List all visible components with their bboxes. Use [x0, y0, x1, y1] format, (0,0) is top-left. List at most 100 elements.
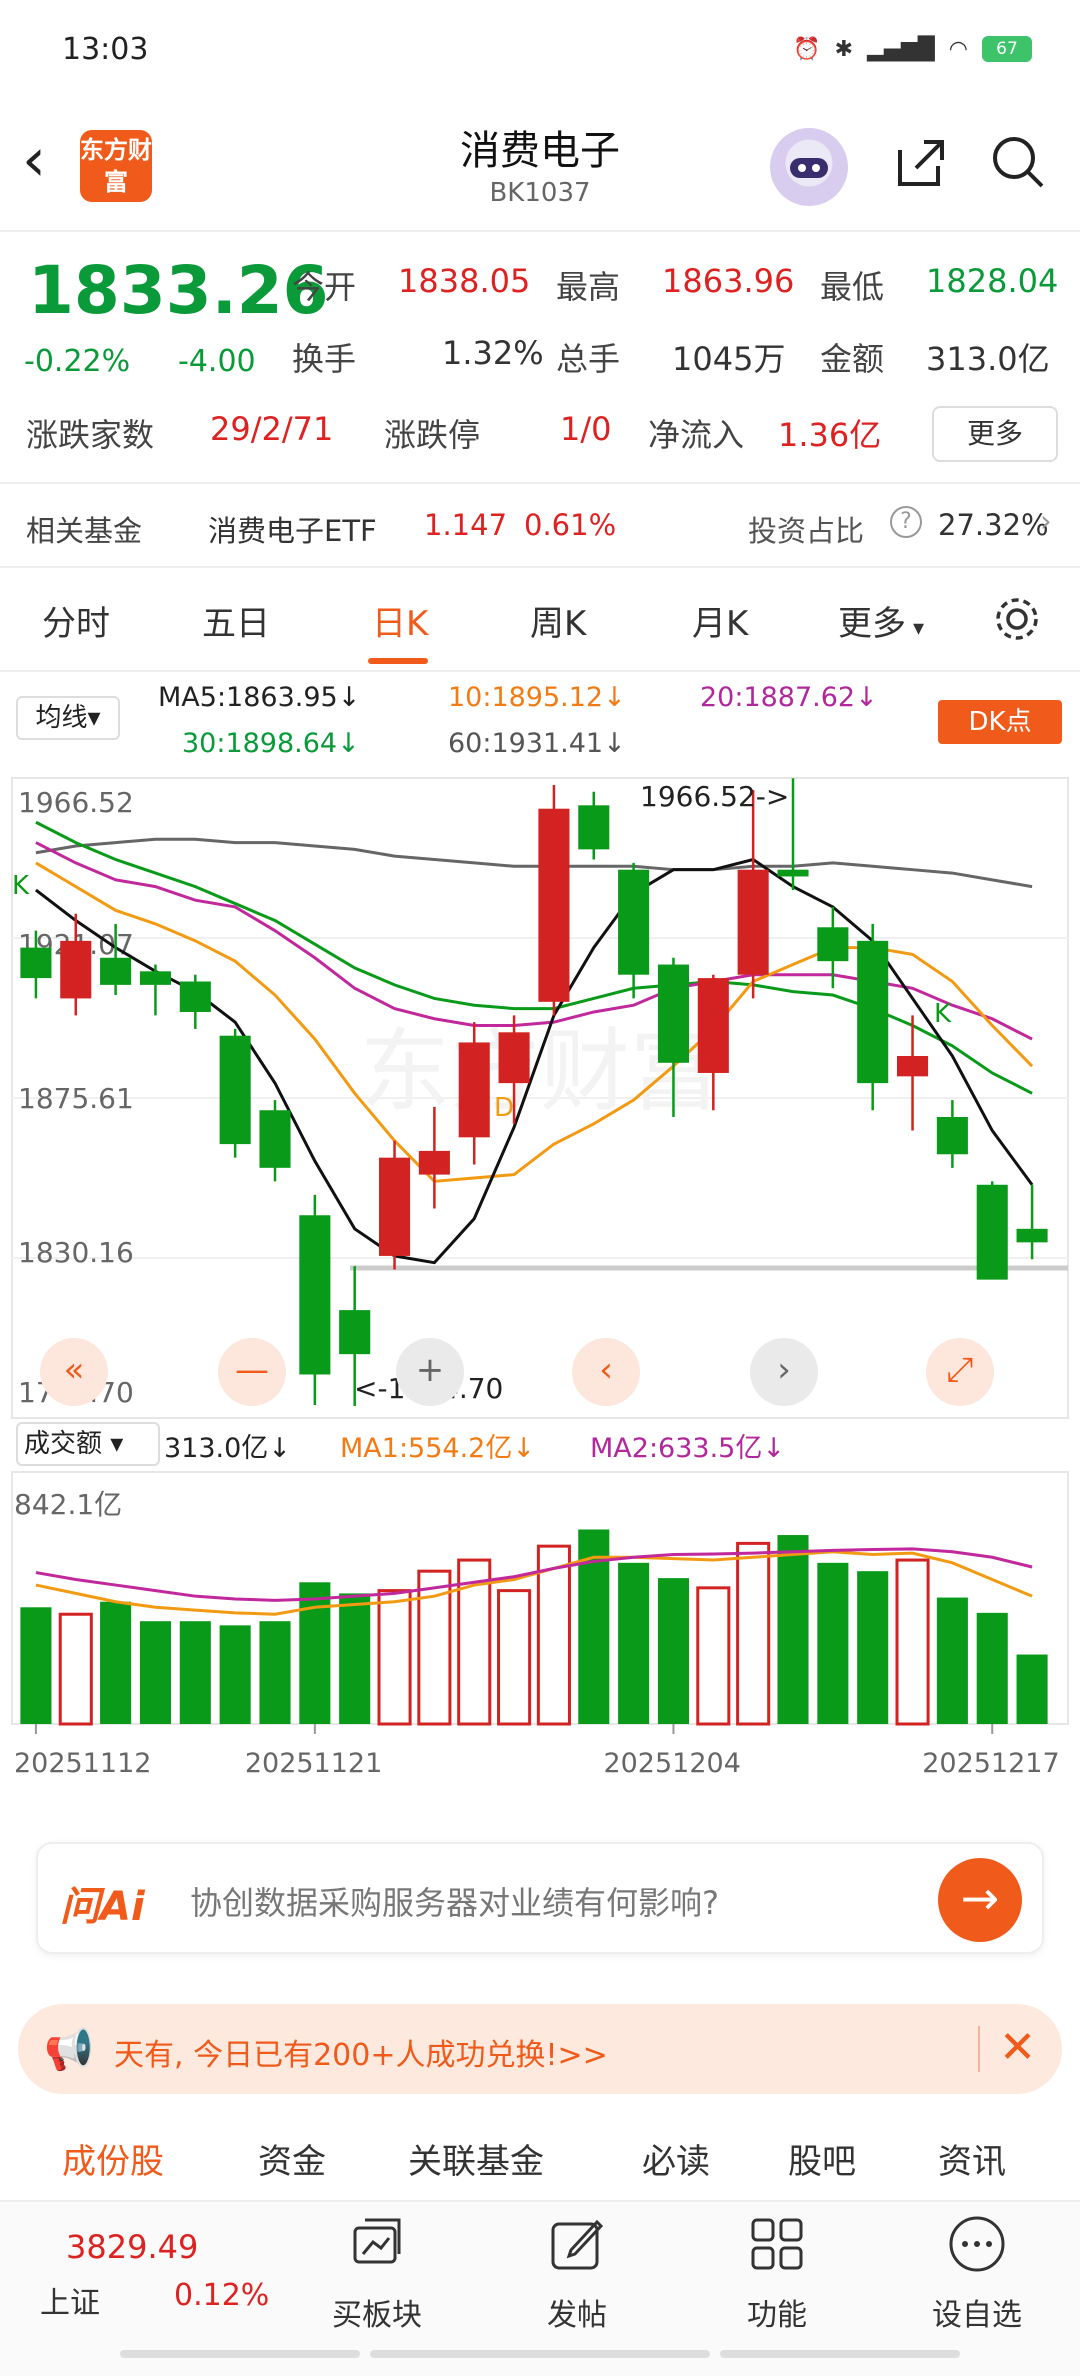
- candle-body: [418, 1150, 450, 1175]
- chevron-right-icon: ›: [1040, 504, 1052, 538]
- candle-body: [100, 957, 132, 985]
- volume-label: 总手: [556, 340, 621, 378]
- gear-icon[interactable]: [990, 592, 1044, 646]
- volume-bar: [696, 1586, 731, 1726]
- tab-news[interactable]: 资讯: [938, 2134, 1006, 2183]
- zoom-out-button[interactable]: —: [218, 1338, 286, 1406]
- tab-daily-k[interactable]: 日K: [372, 596, 428, 645]
- price-axis-label: 1966.52: [18, 786, 134, 819]
- candle-body: [777, 869, 809, 877]
- edit-icon: [551, 2219, 604, 2270]
- amount-label: 金额: [820, 340, 885, 378]
- index-pct: 0.12%: [174, 2278, 270, 2313]
- candle-body: [896, 1056, 929, 1077]
- gesture-bar: [720, 2350, 960, 2358]
- indicator-selector[interactable]: 均线▾: [16, 696, 120, 740]
- tab-related-funds[interactable]: 关联基金: [408, 2134, 544, 2183]
- tab-constituents[interactable]: 成份股: [62, 2134, 164, 2183]
- status-icons: ⏰ ✱ ▂▄▆█ ◠ 67: [793, 36, 1032, 62]
- help-icon[interactable]: ?: [890, 506, 922, 538]
- volume-bar: [299, 1582, 331, 1724]
- tab-weekly-k[interactable]: 周K: [530, 596, 586, 645]
- ma-legend: 均线▾ MA5:1863.95↓ 10:1895.12↓ 20:1887.62↓…: [0, 672, 1080, 772]
- dk-point-button[interactable]: DK点: [938, 700, 1062, 744]
- status-time: 13:03: [62, 32, 149, 67]
- nav-post[interactable]: 发帖: [512, 2212, 642, 2334]
- alarm-icon: ⏰: [793, 36, 821, 62]
- breadth-label: 涨跌家数: [26, 416, 155, 454]
- candle-body: [60, 940, 92, 999]
- caret-down-icon: ▾: [906, 616, 925, 641]
- assistant-avatar-icon[interactable]: [770, 128, 848, 206]
- zoom-in-button[interactable]: +: [396, 1338, 464, 1406]
- last-price: 1833.26: [28, 252, 329, 329]
- candle-body: [20, 947, 52, 979]
- volume-bar: [618, 1562, 650, 1724]
- tab-five-day[interactable]: 五日: [202, 596, 270, 645]
- candle-body: [458, 1042, 490, 1138]
- more-button[interactable]: 更多: [932, 406, 1058, 462]
- scroll-to-start-button[interactable]: «: [40, 1338, 108, 1406]
- index-value: 3829.49: [66, 2228, 199, 2266]
- ma20-value: 20:1887.62↓: [700, 682, 878, 713]
- ask-ai-bar[interactable]: 问Ai 协创数据采购服务器对业绩有何影响? →: [36, 1842, 1044, 1954]
- fullscreen-button[interactable]: ⤢: [926, 1338, 994, 1406]
- next-button[interactable]: ›: [750, 1338, 818, 1406]
- tab-intraday[interactable]: 分时: [42, 596, 110, 645]
- close-icon[interactable]: ✕: [999, 2022, 1036, 2073]
- nav-add-watchlist[interactable]: 设自选: [912, 2212, 1042, 2334]
- quote-panel: 1833.26 -0.22% -4.00 今开 1838.05 最高 1863.…: [0, 232, 1080, 484]
- active-tab-indicator: [368, 658, 428, 664]
- tab-capital[interactable]: 资金: [258, 2134, 326, 2183]
- signal-icon: ▂▄▆█: [867, 36, 935, 62]
- index-ticker[interactable]: 3829.49 上证 0.12%: [28, 2222, 270, 2332]
- candle-body: [179, 981, 211, 1012]
- k-marker: K: [934, 999, 952, 1029]
- previous-button[interactable]: ‹: [572, 1338, 640, 1406]
- divider: [978, 2026, 980, 2072]
- bluetooth-icon: ✱: [834, 36, 854, 62]
- candle-body: [378, 1157, 411, 1256]
- volume-bar: [219, 1625, 251, 1724]
- promo-text[interactable]: 天有, 今日已有200+人成功兑换!>>: [114, 2030, 608, 2074]
- tab-must-read[interactable]: 必读: [642, 2134, 710, 2183]
- change-pct: -0.22%: [24, 344, 131, 379]
- fund-ratio: 27.32%: [938, 508, 1049, 542]
- volume-indicator-selector[interactable]: 成交额 ▾: [16, 1422, 160, 1466]
- volume-value: 1045万: [672, 340, 786, 378]
- high-label: 最高: [556, 268, 621, 306]
- search-icon[interactable]: [990, 134, 1046, 190]
- arrow-right-icon[interactable]: →: [938, 1858, 1022, 1942]
- date-label: 20251217: [922, 1748, 1059, 1779]
- candle-body: [139, 971, 172, 985]
- nav-functions[interactable]: 功能: [712, 2212, 842, 2334]
- ask-ai-question[interactable]: 协创数据采购服务器对业绩有何影响?: [190, 1878, 719, 1924]
- grid-icon: [751, 2218, 803, 2270]
- candle-body: [976, 1184, 1008, 1280]
- promo-banner[interactable]: 📢 天有, 今日已有200+人成功兑换!>> ✕: [18, 2004, 1062, 2094]
- candle-body: [618, 869, 650, 975]
- candle-body: [1016, 1228, 1048, 1243]
- related-fund-row[interactable]: 相关基金 消费电子ETF 1.147 0.61% 投资占比 ? 27.32% ›: [0, 484, 1080, 568]
- volume-bar: [936, 1597, 968, 1724]
- candle-body: [857, 940, 889, 1084]
- turnover-label: 换手: [292, 340, 357, 378]
- low-label: 最低: [820, 268, 885, 306]
- price-axis-label: 1830.16: [18, 1236, 134, 1269]
- candle-body: [936, 1117, 968, 1155]
- nav-buy-sector[interactable]: 买板块: [312, 2212, 442, 2334]
- volume-bar: [895, 1558, 930, 1726]
- tab-forum[interactable]: 股吧: [788, 2134, 856, 2183]
- megaphone-icon: 📢: [44, 2027, 94, 2073]
- nav-post-label: 发帖: [547, 2298, 607, 2333]
- kline-chart[interactable]: 东方财富1966.521921.071875.611830.161784.701…: [0, 772, 1080, 1812]
- index-name: 上证: [40, 2286, 100, 2321]
- candle-body: [697, 978, 729, 1073]
- share-icon[interactable]: [890, 132, 950, 206]
- low-value: 1828.04: [926, 262, 1059, 300]
- tab-monthly-k[interactable]: 月K: [692, 596, 748, 645]
- tab-more[interactable]: 更多 ▾: [838, 596, 924, 645]
- ma10-value: 10:1895.12↓: [448, 682, 626, 713]
- gesture-bar: [370, 2350, 710, 2358]
- volume-bar: [736, 1541, 771, 1726]
